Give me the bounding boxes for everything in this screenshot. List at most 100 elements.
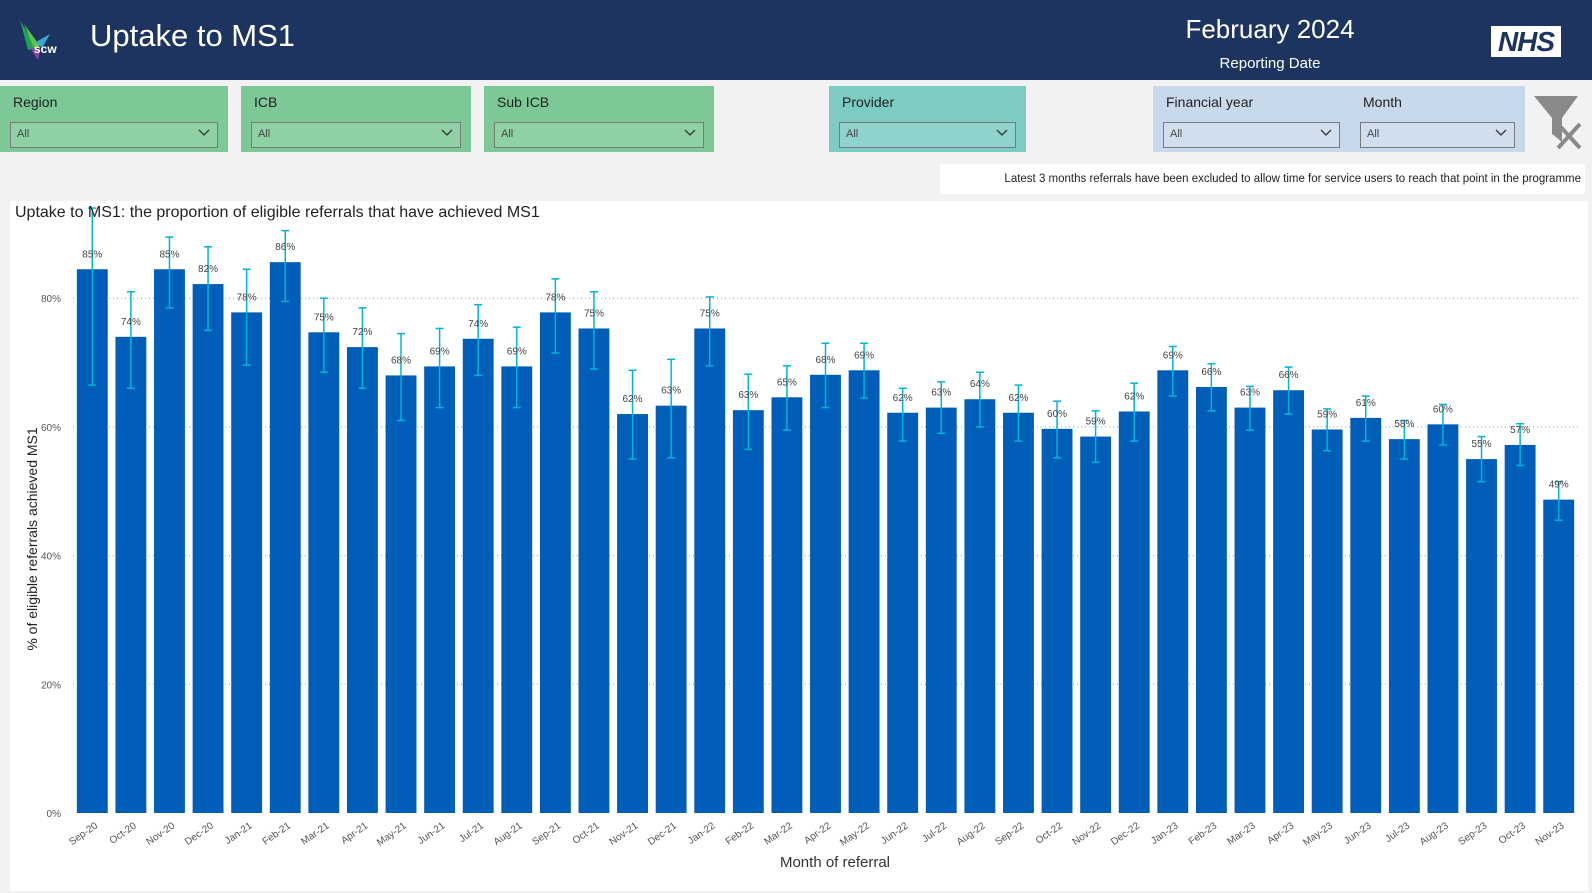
bar (192, 284, 224, 813)
chevron-down-icon (996, 129, 1008, 136)
x-tick-label: Aug-21 (492, 820, 525, 848)
sub-icb-slicer: Sub ICB All (484, 86, 714, 152)
x-tick-label: Apr-23 (1265, 820, 1296, 846)
data-label: 75% (700, 308, 720, 319)
data-label: 69% (430, 346, 450, 357)
x-tick-label: Jul-22 (920, 820, 949, 845)
bar (1118, 411, 1150, 813)
provider-slicer-label: Provider (842, 94, 895, 110)
bar (655, 405, 687, 813)
data-label: 68% (391, 355, 411, 366)
data-label: 63% (661, 386, 681, 397)
x-tick-label: Feb-21 (261, 820, 294, 847)
bar (578, 328, 610, 813)
provider-dropdown[interactable]: All (839, 122, 1016, 148)
data-label: 59% (1086, 417, 1106, 428)
chevron-down-icon (1495, 129, 1507, 136)
data-label: 60% (1433, 404, 1453, 415)
bar (1273, 390, 1305, 813)
x-tick-label: Apr-21 (339, 820, 370, 846)
chart-title: Uptake to MS1: the proportion of eligibl… (15, 204, 540, 221)
month-slicer-label: Month (1363, 94, 1402, 110)
chevron-down-icon (1320, 129, 1332, 136)
financial-year-dropdown[interactable]: All (1163, 122, 1340, 148)
data-label: 74% (468, 319, 488, 330)
bar (771, 397, 803, 813)
y-tick-label: 20% (41, 680, 61, 691)
x-tick-label: Apr-22 (802, 820, 833, 846)
data-label: 82% (198, 264, 218, 275)
x-tick-label: Jun-22 (879, 820, 911, 847)
data-label: 63% (931, 388, 951, 399)
x-tick-label: Oct-23 (1497, 820, 1528, 846)
x-tick-label: Jun-21 (416, 820, 448, 847)
x-tick-label: Dec-21 (646, 820, 679, 848)
icb-dropdown[interactable]: All (251, 122, 461, 148)
bar (539, 312, 571, 813)
x-tick-label: Sep-22 (993, 820, 1026, 848)
y-tick-label: 0% (47, 809, 62, 820)
x-tick-label: Jan-23 (1149, 820, 1181, 847)
data-label: 66% (1201, 367, 1221, 378)
x-tick-label: Mar-23 (1225, 820, 1258, 847)
bar (732, 410, 764, 813)
bar (1388, 439, 1420, 813)
region-slicer: Region All (0, 86, 228, 152)
x-tick-label: Jan-21 (223, 820, 255, 847)
x-tick-label: Nov-21 (608, 820, 641, 848)
bar (1157, 370, 1189, 813)
data-label: 75% (584, 308, 604, 319)
x-tick-label: Feb-22 (724, 820, 757, 847)
x-tick-label: May-22 (838, 820, 872, 848)
data-label: 85% (159, 249, 179, 260)
bar (1504, 444, 1536, 813)
data-label: 75% (314, 312, 334, 323)
data-label: 49% (1549, 480, 1569, 491)
financial-year-dropdown-value: All (1170, 128, 1183, 140)
x-tick-label: Jan-22 (686, 820, 718, 847)
data-label: 63% (1240, 388, 1260, 399)
x-tick-label: Sep-23 (1457, 820, 1490, 848)
bar (308, 332, 340, 813)
data-label: 66% (1279, 370, 1299, 381)
x-tick-label: Feb-23 (1187, 820, 1220, 847)
header-bar: scw Uptake to MS1 February 2024 Reportin… (0, 0, 1592, 80)
data-label: 61% (1356, 398, 1376, 409)
month-dropdown[interactable]: All (1360, 122, 1515, 148)
sub-icb-dropdown-value: All (501, 128, 514, 140)
uptake-chart-card: 0% 20% 40% 60% 80% 85% Sep-20 74% Oct-20 85% Nov-2… (10, 201, 1588, 891)
x-tick-label: Mar-21 (299, 820, 332, 847)
chevron-down-icon (198, 129, 210, 136)
y-tick-label: 80% (41, 294, 61, 305)
data-label: 62% (893, 393, 913, 404)
x-tick-label: Aug-23 (1418, 820, 1451, 848)
bar (964, 399, 996, 813)
clear-filters-icon[interactable] (1532, 94, 1582, 150)
bar (269, 262, 301, 813)
x-tick-label: Dec-20 (183, 820, 216, 848)
bar (1041, 428, 1073, 813)
reporting-date-label: Reporting Date (1219, 55, 1321, 72)
exclusion-note: Latest 3 months referrals have been excl… (940, 164, 1585, 194)
data-label: 63% (738, 390, 758, 401)
data-label: 69% (854, 350, 874, 361)
bar (231, 312, 263, 813)
chevron-down-icon (684, 129, 696, 136)
financial-year-slicer-label: Financial year (1166, 94, 1254, 110)
x-tick-label: Oct-21 (571, 820, 602, 846)
bar (694, 328, 726, 813)
data-label: 65% (777, 377, 797, 388)
region-dropdown[interactable]: All (10, 122, 218, 148)
x-axis-label: Month of referral (779, 854, 891, 871)
data-label: 62% (1008, 393, 1028, 404)
bar (1350, 417, 1382, 813)
uptake-bar-chart: 0% 20% 40% 60% 80% 85% Sep-20 74% Oct-20 85% Nov-2… (41, 207, 1578, 849)
bar (424, 366, 456, 813)
data-label: 86% (275, 242, 295, 253)
bar (1311, 429, 1343, 813)
x-tick-label: Oct-22 (1034, 820, 1065, 846)
x-tick-label: Nov-22 (1071, 820, 1104, 848)
sub-icb-dropdown[interactable]: All (494, 122, 704, 148)
data-label: 72% (352, 327, 372, 338)
data-label: 59% (1317, 409, 1337, 420)
